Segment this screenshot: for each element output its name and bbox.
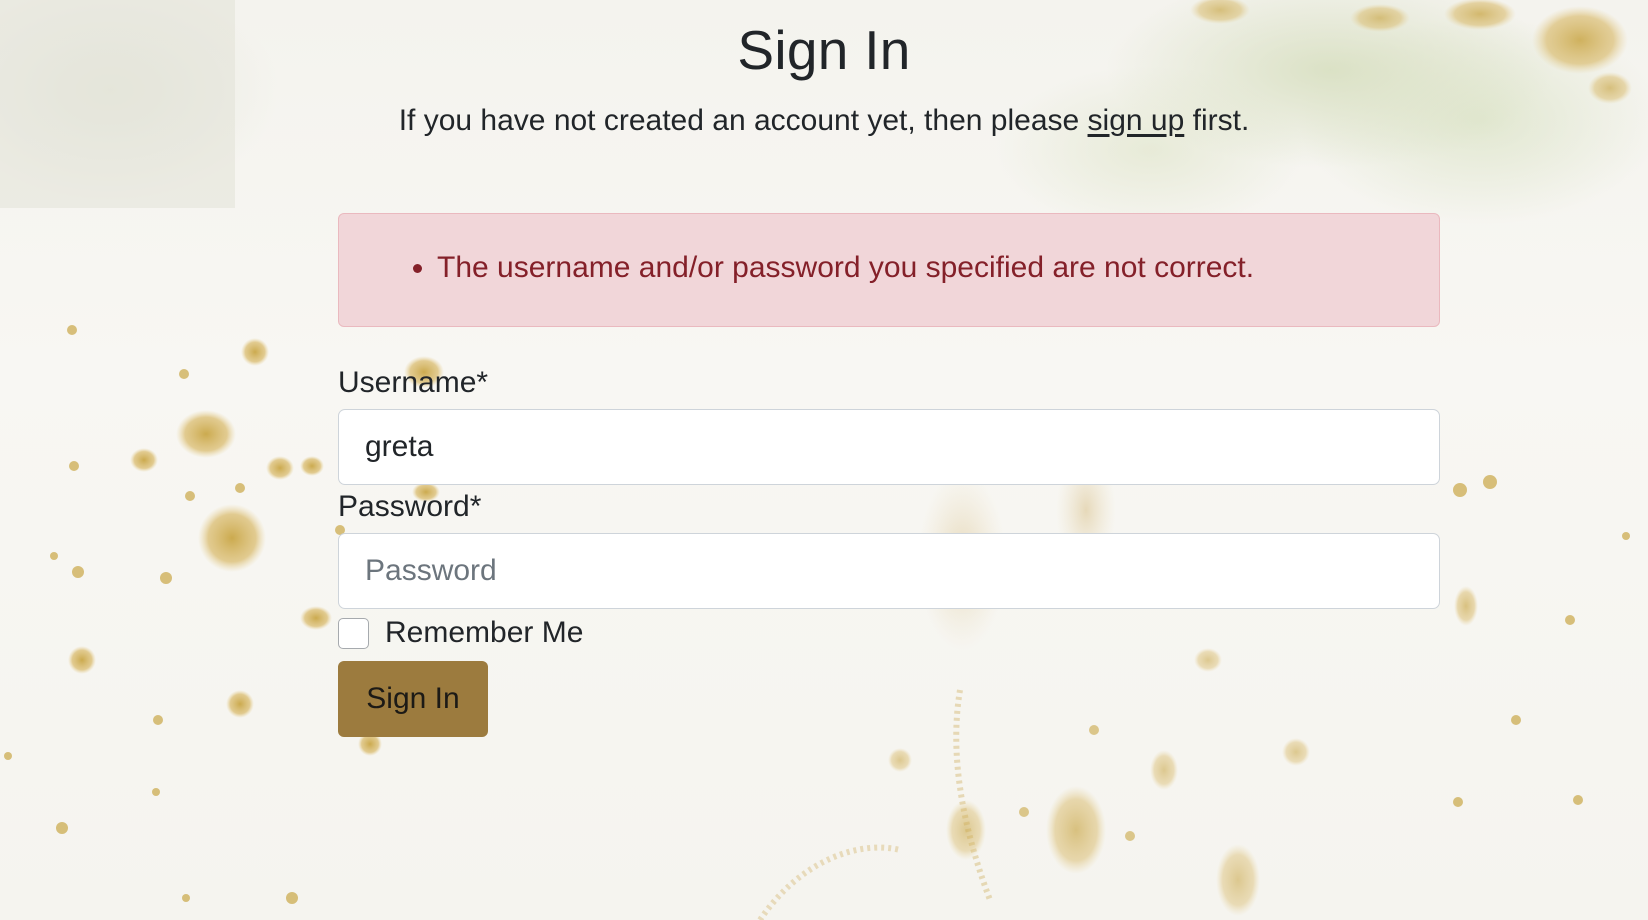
error-message: The username and/or password you specifi…	[437, 251, 1254, 285]
remember-me-label[interactable]: Remember Me	[385, 616, 583, 650]
signup-prompt-text: If you have not created an account yet, …	[398, 104, 1088, 137]
signup-prompt-end: first.	[1184, 104, 1250, 137]
remember-me-row[interactable]: Remember Me	[338, 616, 583, 650]
remember-me-checkbox[interactable]	[338, 617, 369, 649]
error-list: The username and/or password you specifi…	[339, 251, 1254, 285]
error-alert: The username and/or password you specifi…	[338, 213, 1440, 327]
username-input[interactable]	[338, 409, 1440, 485]
username-label: Username*	[338, 366, 489, 399]
password-label: Password*	[338, 490, 482, 523]
sign-up-link[interactable]: sign up	[1088, 104, 1185, 137]
signup-prompt: If you have not created an account yet, …	[0, 104, 1648, 138]
sign-in-button[interactable]: Sign In	[338, 661, 488, 737]
page-title: Sign In	[737, 19, 911, 81]
password-input[interactable]	[338, 533, 1440, 609]
